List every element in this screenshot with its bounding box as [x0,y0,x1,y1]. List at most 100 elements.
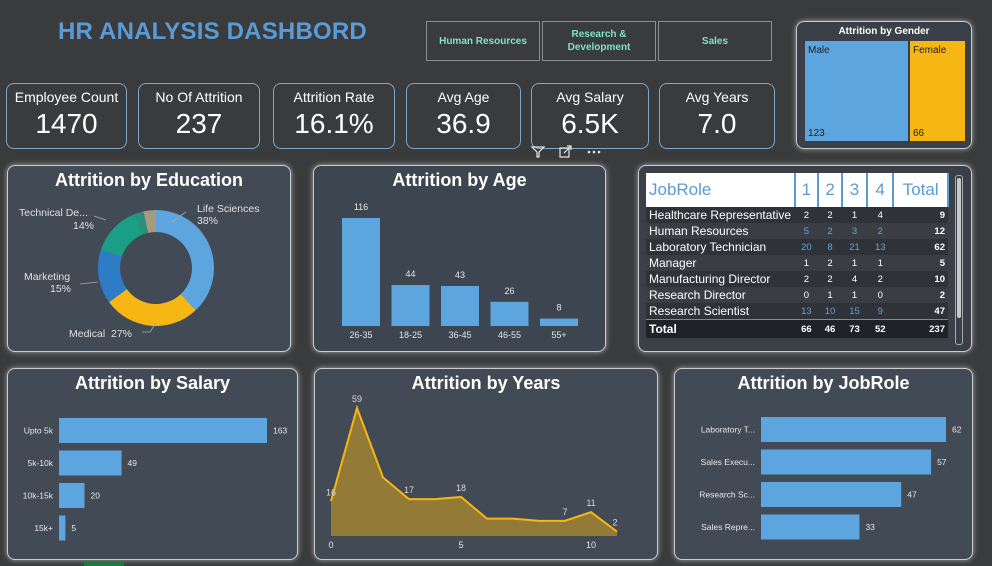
table-total-cell: 66 [794,319,819,338]
table-cell: 9 [867,303,894,320]
age-bar-label: 43 [455,270,465,280]
hbar[interactable] [761,482,902,507]
hbar-value-label: 49 [128,458,138,468]
age-bar[interactable] [490,301,529,326]
age-bar-label: 116 [354,202,368,212]
gender-female-block[interactable]: Female 66 [910,41,965,141]
table-cell: Healthcare Representative [646,207,795,223]
edu-pct-life-sciences: 38% [197,215,218,227]
table-row[interactable]: Research Scientist 13 10 15 9 47 [646,303,948,320]
age-bar[interactable] [441,285,479,326]
table-cell: 2 [818,255,842,271]
kpi-label: Avg Age [437,89,490,105]
table-total-cell: 73 [841,319,868,338]
table-cell: 9 [893,207,948,223]
table-row[interactable]: Healthcare Representative 2 2 1 4 9 [646,207,948,223]
kpi-label: Avg Years [685,89,749,105]
gender-male-block[interactable]: Male 123 [805,41,908,141]
table-cell: 10 [818,303,842,320]
kpi-avg-salary: Avg Salary 6.5K [531,83,649,149]
age-bar-label: 44 [405,269,415,279]
sheet-tab-indicator [84,562,124,566]
years-point-label: 2 [612,518,617,528]
kpi-value: 7.0 [697,108,737,139]
age-tick-label: 55+ [551,330,566,340]
hbar[interactable] [59,418,267,443]
table-cell: 12 [893,223,948,239]
years-tick-label: 10 [586,540,596,550]
gender-female-value: 66 [913,128,925,139]
age-bar[interactable] [391,285,430,326]
slicer-sales[interactable]: Sales [658,21,772,61]
gender-male-label: Male [808,45,830,56]
hbar[interactable] [761,449,932,475]
kpi-employee-count: Employee Count 1470 [6,83,127,149]
table-cell: 1 [867,255,894,271]
gender-female-label: Female [913,45,947,56]
years-point-label: 16 [326,487,336,497]
age-bar-label: 8 [556,303,561,313]
table-total-cell: 237 [893,319,948,338]
table-cell: 5 [893,255,948,271]
visual-header-icons [530,145,601,158]
table-header-cell[interactable]: 2 [818,173,843,207]
table-row[interactable]: Manager 1 2 1 1 5 [646,255,948,271]
age-bar-label: 26 [504,286,514,296]
education-chart-panel: Attrition by Education Life Sciences 38%… [7,165,291,352]
table-cell: 2 [818,223,842,239]
kpi-avg-years: Avg Years 7.0 [659,83,775,149]
salary-bar-chart: Upto 5k 163 5k-10k 49 10k-15k 20 15k+ 5 [23,418,287,541]
table-cell: 2 [893,287,948,303]
kpi-avg-age: Avg Age 36.9 [406,83,521,149]
table-header-cell[interactable]: JobRole [646,173,796,207]
kpi-value: 36.9 [436,108,491,139]
hbar[interactable] [59,515,66,541]
kpi-attrition-count: No Of Attrition 237 [138,83,260,149]
table-cell: 15 [841,303,868,320]
table-header-cell[interactable]: 4 [867,173,895,207]
hbar-value-label: 20 [91,491,101,501]
table-scrollbar[interactable] [955,175,963,345]
table-header-cell[interactable]: 1 [794,173,820,207]
jobrole-bar-chart: Laboratory T... 62 Sales Execu... 57 Researc… [699,417,962,540]
age-tick-label: 18-25 [399,330,422,340]
slicer-research-development[interactable]: Research & Development [542,21,656,61]
table-cell: 2 [794,271,819,287]
years-point-label: 18 [456,483,466,493]
age-tick-label: 26-35 [349,330,372,340]
table-header-cell[interactable]: 3 [841,173,869,207]
filter-icon[interactable] [530,146,546,158]
table-row[interactable]: Human Resources 5 2 3 2 12 [646,223,948,239]
jobrole-table-panel: JobRole 1 2 3 4 Total Healthcare Representativ… [638,165,972,352]
years-point-label: 17 [404,485,414,495]
hbar-category-label: Sales Repre... [701,522,755,532]
table-header-cell[interactable]: Total [893,173,949,207]
kpi-label: Employee Count [14,89,119,105]
slicer-human-resources[interactable]: Human Resources [426,21,540,61]
years-chart-panel: Attrition by Years 16 59 17 18 7 11 2 0 5 10 [314,368,658,560]
hbar-value-label: 47 [907,490,917,500]
hbar[interactable] [761,514,860,540]
age-bar[interactable] [540,318,578,326]
more-options-icon[interactable] [587,150,591,154]
age-bar[interactable] [342,218,380,326]
table-cell: 2 [818,271,842,287]
table-cell: 8 [818,239,842,255]
hbar[interactable] [59,483,85,508]
hbar-category-label: Upto 5k [24,426,54,436]
scrollbar-thumb[interactable] [957,178,961,318]
table-cell: 4 [841,271,868,287]
table-row[interactable]: Laboratory Technician 20 8 21 13 62 [646,239,948,255]
table-cell: 3 [841,223,868,239]
table-cell: 0 [794,287,819,303]
education-slice-3[interactable] [100,214,143,257]
kpi-label: No Of Attrition [155,89,243,105]
table-cell: 1 [841,287,868,303]
hbar[interactable] [59,450,122,476]
table-row[interactable]: Manufacturing Director 2 2 4 2 10 [646,271,948,287]
table-row[interactable]: Research Director 0 1 1 0 2 [646,287,948,303]
kpi-value: 6.5K [561,108,619,139]
table-cell: 5 [794,223,819,239]
table-cell: 2 [867,271,894,287]
hbar[interactable] [761,417,946,442]
